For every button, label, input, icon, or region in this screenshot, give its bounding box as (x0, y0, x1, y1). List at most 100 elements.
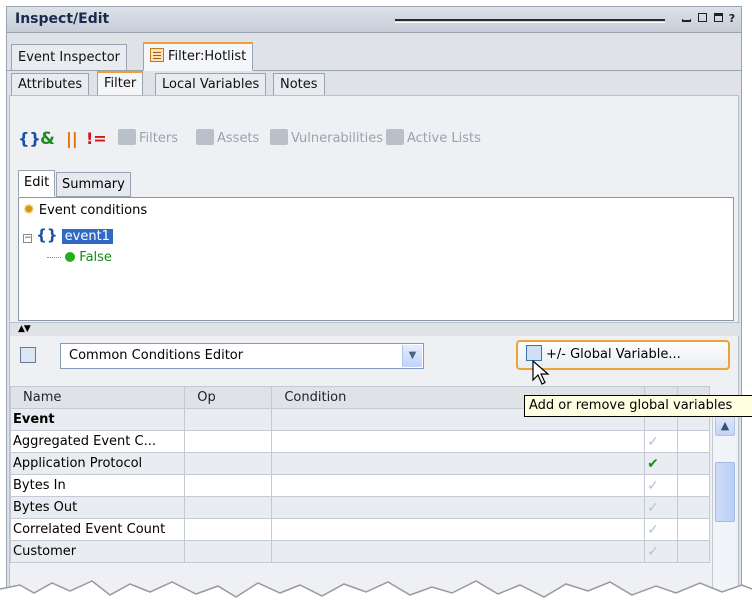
assets-icon (196, 129, 214, 145)
top-tab-row: Event Inspector Filter:Hotlist (7, 33, 741, 71)
table-row[interactable]: Application Protocol ✔ (9, 452, 711, 475)
row-name: Application Protocol (9, 452, 186, 475)
row-op[interactable] (184, 408, 273, 431)
panel-title: Inspect/Edit (15, 11, 110, 27)
row-extra[interactable] (676, 518, 711, 541)
row-op[interactable] (184, 496, 273, 519)
row-name: Correlated Event Count (9, 518, 186, 541)
active-lists-button[interactable]: Active Lists (386, 128, 481, 150)
tab-filter-hotlist[interactable]: Filter:Hotlist (143, 42, 254, 71)
splitter-arrows-icon[interactable]: ▲▼ (18, 324, 31, 334)
vulnerabilities-icon (270, 129, 288, 145)
not-icon[interactable]: != (86, 128, 107, 150)
tree-node-label: event1 (61, 229, 113, 244)
tab-label: Event Inspector (18, 50, 121, 65)
tab-filter[interactable]: Filter (97, 71, 144, 97)
row-condition[interactable] (271, 452, 646, 475)
row-op[interactable] (184, 430, 273, 453)
filters-icon (118, 129, 136, 145)
check-icon[interactable]: ✓ (644, 496, 678, 519)
row-condition[interactable] (271, 496, 646, 519)
active-lists-icon (386, 129, 404, 145)
row-extra[interactable] (676, 540, 711, 563)
tab-edit[interactable]: Edit (18, 170, 56, 197)
splitter[interactable]: ▲▼ (10, 322, 740, 336)
table-row[interactable]: Correlated Event Count ✓ (9, 518, 711, 541)
inspect-edit-panel: Inspect/Edit ? Event Inspector Filter:Ho… (6, 6, 742, 606)
table-row[interactable]: Bytes Out ✓ (9, 496, 711, 519)
tree-root[interactable]: ✹ Event conditions (23, 202, 147, 218)
braces-icon[interactable]: {} (18, 128, 41, 150)
or-icon[interactable]: || (66, 128, 78, 150)
row-condition[interactable] (271, 474, 646, 497)
table-row[interactable]: Aggregated Event C... ✓ (9, 430, 711, 453)
help-icon[interactable]: ? (725, 12, 739, 26)
vulnerabilities-label: Vulnerabilities (291, 131, 383, 146)
tab-attributes[interactable]: Attributes (11, 73, 90, 97)
drag-grip[interactable] (395, 19, 665, 23)
row-name: Bytes In (9, 474, 186, 497)
editor-select[interactable]: Common Conditions Editor ▼ (60, 343, 424, 369)
editor-bar: Common Conditions Editor ▼ +/- Global Va… (10, 340, 740, 376)
row-op[interactable] (184, 474, 273, 497)
check-icon[interactable]: ✓ (644, 474, 678, 497)
row-extra[interactable] (676, 430, 711, 453)
tab-local-variables[interactable]: Local Variables (155, 73, 267, 97)
tab-summary[interactable]: Summary (56, 172, 131, 197)
column-header-op[interactable]: Op (184, 386, 273, 409)
check-icon[interactable]: ✓ (644, 430, 678, 453)
check-icon[interactable]: ✓ (644, 540, 678, 563)
row-extra[interactable] (676, 496, 711, 519)
tree-leaf-label: False (79, 250, 112, 265)
gear-icon: ✹ (23, 202, 35, 218)
collapse-icon[interactable]: − (23, 234, 32, 243)
check-icon[interactable]: ✓ (644, 518, 678, 541)
restore-icon[interactable] (711, 12, 725, 26)
global-variable-icon (526, 345, 542, 361)
tab-notes[interactable]: Notes (273, 73, 325, 97)
tree-leaf-false[interactable]: False (47, 250, 112, 265)
row-condition[interactable] (271, 540, 646, 563)
column-header-name[interactable]: Name (9, 386, 186, 409)
row-extra[interactable] (676, 452, 711, 475)
maximize-icon[interactable] (695, 12, 709, 26)
row-op[interactable] (184, 540, 273, 563)
filters-button[interactable]: Filters (118, 128, 178, 150)
row-extra[interactable] (676, 474, 711, 497)
assets-button[interactable]: Assets (196, 128, 259, 150)
row-name: Bytes Out (9, 496, 186, 519)
active-lists-label: Active Lists (407, 131, 481, 146)
torn-edge (0, 580, 752, 611)
tab-label: Notes (280, 77, 318, 92)
row-condition[interactable] (271, 430, 646, 453)
tooltip: Add or remove global variables (524, 395, 752, 417)
table-row[interactable]: Bytes In ✓ (9, 474, 711, 497)
editor-select-value: Common Conditions Editor (69, 348, 244, 363)
scroll-up-icon[interactable]: ▲ (715, 416, 735, 436)
status-dot-icon (65, 252, 76, 262)
table-row[interactable]: Customer ✓ (9, 540, 711, 563)
braces-icon: {} (36, 226, 58, 244)
scroll-thumb[interactable] (715, 462, 735, 522)
editor-icon (20, 347, 36, 363)
tab-label: Local Variables (162, 77, 260, 92)
tab-label: Attributes (18, 77, 83, 92)
and-icon[interactable]: & (40, 128, 55, 150)
filter-content: {} & || != Filters Assets Vulnerabilitie… (9, 95, 740, 605)
chevron-down-icon[interactable]: ▼ (402, 345, 422, 367)
minimize-icon[interactable] (679, 12, 693, 26)
tab-label: Edit (24, 175, 50, 190)
row-condition[interactable] (271, 518, 646, 541)
check-icon[interactable]: ✔ (644, 452, 678, 475)
tree-root-label: Event conditions (38, 203, 148, 218)
tab-label: Filter (104, 76, 137, 91)
tab-label: Filter:Hotlist (168, 49, 247, 64)
tab-event-inspector[interactable]: Event Inspector (11, 44, 128, 71)
tree-node-event1[interactable]: − {} event1 (23, 226, 113, 244)
row-op[interactable] (184, 518, 273, 541)
row-name: Event (9, 408, 186, 431)
condition-tree[interactable]: ✹ Event conditions − {} event1 False (18, 197, 734, 321)
row-op[interactable] (184, 452, 273, 475)
vulnerabilities-button[interactable]: Vulnerabilities (270, 128, 383, 150)
tree-connector (47, 257, 61, 258)
